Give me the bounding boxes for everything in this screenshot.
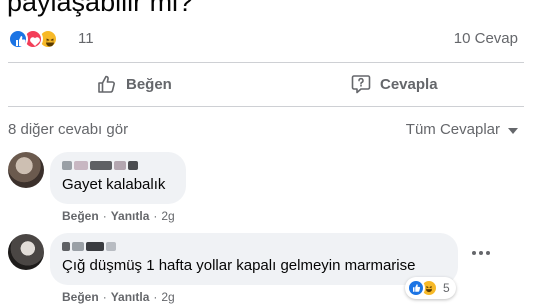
reply-button-label: Cevapla (380, 75, 438, 93)
like-icon (8, 29, 28, 49)
sort-replies-dropdown[interactable]: Tüm Cevaplar (406, 121, 518, 138)
commenter-name-redacted[interactable] (62, 159, 138, 171)
comment-timestamp[interactable]: 2g (161, 290, 174, 304)
comment-reply-link[interactable]: Yanıtla (111, 209, 150, 223)
sort-label: Tüm Cevaplar (405, 121, 500, 138)
comment-bubble: Çığ düşmüş 1 hafta yollar kapalı gelmeyi… (50, 233, 458, 285)
comment-like-link[interactable]: Beğen (62, 209, 99, 223)
comment-text: Çığ düşmüş 1 hafta yollar kapalı gelmeyi… (62, 257, 416, 274)
reply-count-link[interactable]: 10 Cevap (454, 30, 518, 47)
post-stats-row: 11 10 Cevap (8, 28, 524, 50)
speech-bubble-question-icon (351, 75, 371, 94)
like-button[interactable]: Beğen (96, 62, 172, 106)
comment-actions: Beğen · Yanıtla · 2g (62, 209, 175, 223)
reaction-count[interactable]: 11 (78, 30, 94, 47)
comment-reply-link[interactable]: Yanıtla (111, 290, 150, 304)
comment-reaction-summary[interactable]: 5 (405, 277, 456, 299)
separator-dot: · (153, 209, 158, 223)
thumbs-up-icon (98, 75, 115, 93)
separator-dot: · (153, 290, 158, 304)
avatar[interactable] (8, 234, 44, 270)
like-button-label: Beğen (126, 75, 172, 93)
avatar[interactable] (8, 152, 44, 188)
comment-reaction-count: 5 (443, 281, 450, 295)
view-more-replies-link[interactable]: 8 diğer cevabı gör (8, 121, 128, 138)
divider (8, 106, 524, 107)
commenter-name-redacted[interactable] (62, 240, 116, 252)
comment-text: Gayet kalabalık (62, 176, 166, 193)
caret-down-icon (508, 127, 518, 134)
comment-actions: Beğen · Yanıtla · 2g (62, 290, 175, 304)
like-icon (407, 279, 425, 297)
separator-dot: · (102, 209, 107, 223)
post-title: paylaşabilir mi? (7, 0, 194, 17)
comment-timestamp[interactable]: 2g (161, 209, 174, 223)
post-actions: Beğen Cevapla (8, 62, 524, 106)
separator-dot: · (102, 290, 107, 304)
more-options-icon[interactable] (472, 251, 490, 255)
comment-like-link[interactable]: Beğen (62, 290, 99, 304)
reply-button[interactable]: Cevapla (350, 62, 438, 106)
comment-bubble: Gayet kalabalık (50, 152, 186, 204)
